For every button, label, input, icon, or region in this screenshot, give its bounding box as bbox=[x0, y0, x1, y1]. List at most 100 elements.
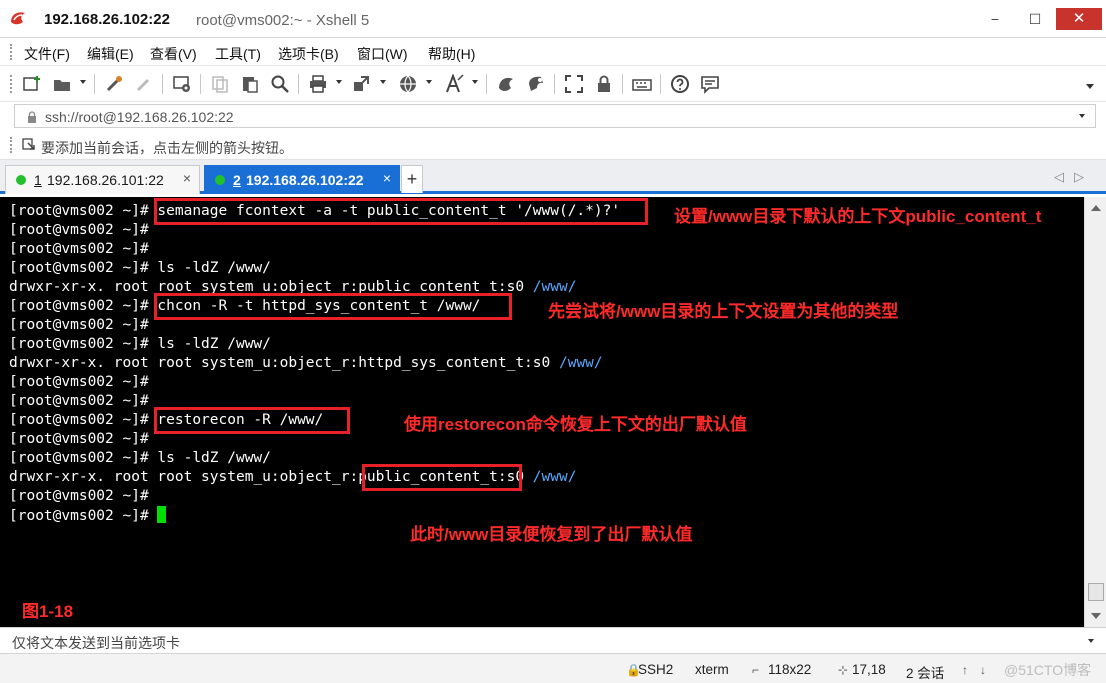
menu-grip[interactable] bbox=[10, 44, 12, 60]
shell-prompt: [root@vms002 ~]# bbox=[9, 412, 158, 428]
hint-text: 要添加当前会话，点击左侧的箭头按钮。 bbox=[41, 140, 293, 156]
toolbar-separator bbox=[162, 74, 163, 94]
open-folder-icon[interactable] bbox=[52, 74, 72, 94]
command-output: drwxr-xr-x. root root system_u:object_r:… bbox=[9, 355, 559, 371]
toolbar-separator bbox=[554, 74, 555, 94]
toolbar-separator bbox=[94, 74, 95, 94]
shell-prompt: [root@vms002 ~]# bbox=[9, 374, 158, 390]
annotation-box bbox=[154, 198, 648, 225]
chat-icon[interactable] bbox=[700, 74, 720, 94]
fullscreen-icon[interactable] bbox=[564, 74, 584, 94]
toolbar bbox=[0, 66, 1106, 102]
new-session-icon[interactable] bbox=[22, 74, 42, 94]
scroll-thumb[interactable] bbox=[1088, 583, 1104, 601]
directory-name: /www/ bbox=[558, 355, 603, 371]
menu-help[interactable]: 帮助(H) bbox=[428, 44, 475, 64]
add-session-arrow-icon[interactable] bbox=[22, 138, 36, 152]
transfer-dropdown[interactable] bbox=[380, 80, 386, 84]
status-sessions: 2 会话 bbox=[906, 666, 945, 681]
directory-name: /www/ bbox=[532, 469, 577, 485]
figure-label: 图1-18 bbox=[22, 602, 74, 621]
status-cursor-pos: 17,18 bbox=[852, 662, 886, 677]
hint-bar: 要添加当前会话，点击左侧的箭头按钮。 bbox=[0, 130, 1106, 160]
terminal-line: [root@vms002 ~]# ls -ldZ /www/ bbox=[9, 259, 271, 278]
annotation-note: 设置/www目录下默认的上下文public_content_t bbox=[674, 207, 1042, 226]
terminal-scrollbar[interactable] bbox=[1084, 197, 1106, 627]
shell-prompt: [root@vms002 ~]# bbox=[9, 336, 158, 352]
address-dropdown-arrow[interactable] bbox=[1079, 114, 1085, 118]
compose-dropdown-arrow[interactable] bbox=[1088, 639, 1094, 643]
lock-icon[interactable] bbox=[594, 74, 614, 94]
tab-label: 192.168.26.102:22 bbox=[246, 172, 364, 188]
menu-bar: 文件(F) 编辑(E) 查看(V) 工具(T) 选项卡(B) 窗口(W) 帮助(… bbox=[0, 38, 1106, 66]
globe-icon[interactable] bbox=[398, 74, 418, 94]
print-dropdown[interactable] bbox=[336, 80, 342, 84]
tab-session-2[interactable]: 2 192.168.26.102:22 × bbox=[204, 165, 400, 194]
menu-edit[interactable]: 编辑(E) bbox=[87, 44, 134, 64]
disconnect-icon[interactable] bbox=[134, 74, 154, 94]
toolbar-separator bbox=[298, 74, 299, 94]
tab-close-icon[interactable]: × bbox=[183, 170, 191, 186]
tab-bar: 1 192.168.26.101:22 × 2 192.168.26.102:2… bbox=[0, 160, 1106, 194]
tab-session-1[interactable]: 1 192.168.26.101:22 × bbox=[5, 165, 200, 194]
close-button[interactable]: ✕ bbox=[1056, 8, 1102, 30]
menu-file[interactable]: 文件(F) bbox=[24, 44, 70, 64]
menu-tools[interactable]: 工具(T) bbox=[215, 44, 261, 64]
address-input[interactable]: ssh://root@192.168.26.102:22 bbox=[14, 104, 1096, 128]
status-size: 118x22 bbox=[768, 662, 812, 677]
tab-next-icon[interactable]: ▷ bbox=[1074, 169, 1084, 185]
compose-bar[interactable]: 仅将文本发送到当前选项卡 bbox=[0, 627, 1106, 653]
menu-tabs[interactable]: 选项卡(B) bbox=[278, 44, 339, 64]
tab-close-icon[interactable]: × bbox=[383, 170, 391, 186]
maximize-button[interactable]: ☐ bbox=[1020, 8, 1050, 30]
annotation-box bbox=[154, 407, 350, 434]
shell-prompt: [root@vms002 ~]# bbox=[9, 222, 158, 238]
font-dropdown[interactable] bbox=[472, 80, 478, 84]
print-icon[interactable] bbox=[308, 74, 328, 94]
annotation-note: 先尝试将/www目录的上下文设置为其他的类型 bbox=[548, 302, 899, 321]
arrow-down-icon[interactable]: ↓ bbox=[980, 663, 986, 677]
shell-command: ls -ldZ /www/ bbox=[157, 336, 271, 352]
keyboard-icon[interactable] bbox=[632, 74, 652, 94]
connected-status-dot bbox=[215, 175, 225, 185]
hintbar-grip[interactable] bbox=[10, 137, 12, 153]
shell-prompt: [root@vms002 ~]# bbox=[9, 203, 158, 219]
watermark-text: @51CTO博客 bbox=[1004, 662, 1092, 678]
terminal-line: [root@vms002 ~]# bbox=[9, 316, 157, 335]
tab-number: 2 bbox=[233, 172, 241, 188]
font-icon[interactable] bbox=[444, 73, 464, 94]
xmanager-icon[interactable] bbox=[526, 74, 546, 94]
annotation-note: 使用restorecon命令恢复上下文的出厂默认值 bbox=[404, 415, 747, 434]
paste-icon[interactable] bbox=[240, 74, 260, 94]
globe-dropdown[interactable] bbox=[426, 80, 432, 84]
help-icon[interactable] bbox=[670, 74, 690, 94]
terminal-area[interactable]: [root@vms002 ~]# [root@vms002 ~]# drwxr-… bbox=[0, 197, 1084, 627]
reconnect-icon[interactable] bbox=[104, 74, 124, 94]
status-terminal-type: xterm bbox=[695, 662, 729, 677]
transfer-icon[interactable] bbox=[352, 74, 372, 94]
tab-label: 192.168.26.101:22 bbox=[47, 172, 164, 188]
menu-window[interactable]: 窗口(W) bbox=[357, 44, 408, 64]
arrow-up-icon[interactable]: ↑ bbox=[962, 663, 968, 677]
shell-prompt: [root@vms002 ~]# bbox=[9, 260, 158, 276]
toolbar-grip[interactable] bbox=[10, 75, 12, 93]
shell-prompt: [root@vms002 ~]# bbox=[9, 508, 158, 524]
menu-view[interactable]: 查看(V) bbox=[150, 44, 197, 64]
status-bar: 🔒 SSH2 xterm ⌐ 118x22 ⊹ 17,18 2 会话 ↑ ↓ @… bbox=[0, 653, 1106, 683]
find-icon[interactable] bbox=[270, 74, 290, 94]
toolbar-overflow-arrow[interactable] bbox=[1086, 84, 1094, 89]
terminal-line: [root@vms002 ~]# bbox=[9, 487, 157, 506]
minimize-button[interactable]: − bbox=[980, 8, 1010, 30]
scroll-up-arrow[interactable] bbox=[1091, 205, 1101, 211]
properties-icon[interactable] bbox=[172, 74, 192, 94]
new-tab-button[interactable]: + bbox=[401, 165, 423, 193]
terminal-line: [root@vms002 ~]# ls -ldZ /www/ bbox=[9, 449, 271, 468]
title-bar: 192.168.26.102:22 root@vms002:~ - Xshell… bbox=[0, 0, 1106, 38]
copy-icon[interactable] bbox=[210, 74, 230, 94]
terminal-cursor bbox=[157, 506, 167, 523]
scroll-down-arrow[interactable] bbox=[1091, 613, 1101, 619]
tab-prev-icon[interactable]: ◁ bbox=[1054, 169, 1064, 185]
xftp-icon[interactable] bbox=[496, 74, 516, 94]
toolbar-separator bbox=[622, 74, 623, 94]
open-folder-dropdown[interactable] bbox=[80, 80, 86, 84]
